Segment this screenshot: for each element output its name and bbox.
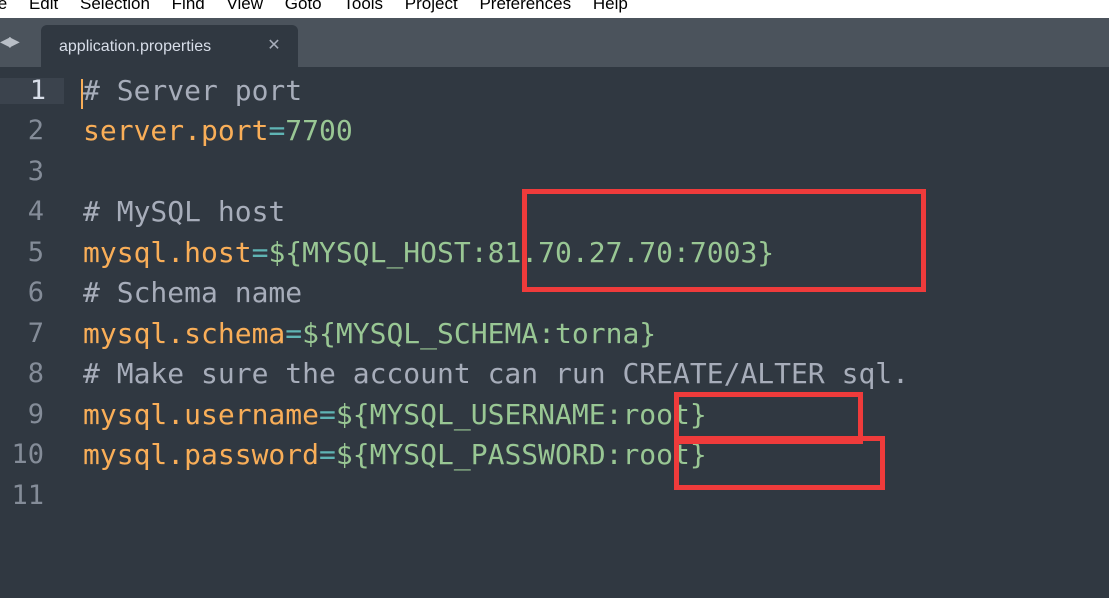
menu-help[interactable]: Help	[593, 0, 628, 14]
property-key: mysql.password	[83, 438, 320, 471]
comment-text: # Server port	[83, 74, 303, 107]
menu-tools[interactable]: Tools	[343, 0, 383, 14]
property-value: ${MYSQL_SCHEMA:torna}	[302, 317, 657, 350]
code-line: 10 mysql.password=${MYSQL_PASSWORD:root}	[0, 435, 1109, 475]
highlight-box-password	[674, 436, 885, 490]
triangle-left-icon[interactable]: ◀	[0, 34, 11, 50]
property-value: 7700	[285, 114, 353, 147]
equals-sign: =	[319, 438, 336, 471]
comment-text: # MySQL host	[83, 195, 286, 228]
property-value: ${MYSQL_PASSWORD:root}	[335, 438, 707, 471]
code-editor[interactable]: 1 # Server port 2 server.port=7700 3 4 #…	[0, 67, 1109, 598]
menu-bar: le Edit Selection Find View Goto Tools P…	[0, 0, 1109, 18]
code-line: 9 mysql.username=${MYSQL_USERNAME:root}	[0, 395, 1109, 435]
menu-file[interactable]: le	[0, 0, 7, 14]
code-line: 3	[0, 152, 1109, 192]
code-line: 8 # Make sure the account can run CREATE…	[0, 354, 1109, 394]
line-number: 10	[11, 439, 44, 470]
line-number: 7	[27, 318, 44, 349]
comment-text: # Schema name	[83, 276, 303, 309]
tab-application-properties[interactable]: application.properties ✕	[41, 25, 298, 67]
property-key: mysql.username	[83, 398, 320, 431]
menu-preferences[interactable]: Preferences	[479, 0, 571, 14]
menu-find[interactable]: Find	[172, 0, 205, 14]
code-line: 2 server.port=7700	[0, 111, 1109, 151]
menu-selection[interactable]: Selection	[80, 0, 150, 14]
line-number: 4	[27, 196, 44, 227]
line-number: 6	[27, 277, 44, 308]
property-key: mysql.schema	[83, 317, 286, 350]
menu-edit[interactable]: Edit	[29, 0, 58, 14]
menu-goto[interactable]: Goto	[285, 0, 322, 14]
code-line: 11	[0, 476, 1109, 516]
line-number: 2	[27, 115, 44, 146]
tab-bar: ◀▶ application.properties ✕	[0, 18, 1109, 67]
line-number: 5	[27, 237, 44, 268]
tab-label: application.properties	[59, 38, 212, 55]
triangle-right-icon[interactable]: ▶	[9, 34, 20, 50]
equals-sign: =	[285, 317, 303, 350]
equals-sign: =	[251, 236, 269, 269]
close-icon[interactable]: ✕	[265, 35, 283, 54]
equals-sign: =	[319, 398, 336, 431]
line-number: 3	[27, 156, 44, 187]
line-number: 11	[11, 480, 44, 511]
code-line: 1 # Server port	[0, 71, 1109, 111]
line-number: 1	[0, 77, 64, 104]
property-key: server.port	[83, 114, 269, 147]
highlight-box-host	[522, 189, 926, 292]
line-number: 9	[27, 399, 44, 430]
menu-view[interactable]: View	[226, 0, 263, 14]
menu-project[interactable]: Project	[405, 0, 458, 14]
comment-text: # Make sure the account can run CREATE/A…	[83, 357, 910, 390]
code-line: 7 mysql.schema=${MYSQL_SCHEMA:torna}	[0, 314, 1109, 354]
property-value: ${MYSQL_USERNAME:root}	[335, 398, 707, 431]
property-key: mysql.host	[83, 236, 252, 269]
tab-navigation: ◀▶	[0, 34, 20, 50]
equals-sign: =	[268, 114, 286, 147]
line-number: 8	[27, 358, 44, 389]
